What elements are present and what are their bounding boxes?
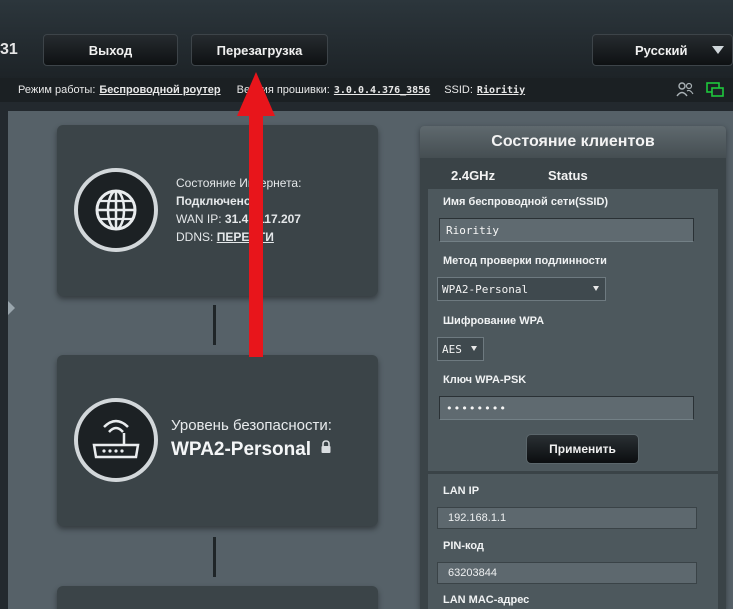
lan-ip-value: 192.168.1.1 <box>437 507 697 529</box>
reboot-button[interactable]: Перезагрузка <box>191 34 328 66</box>
mode-label: Режим работы: <box>18 84 96 96</box>
globe-icon-circle[interactable] <box>74 168 158 252</box>
chevron-down-icon <box>471 346 477 351</box>
logo-fragment: 31 <box>0 41 18 58</box>
auth-method-value: WPA2-Personal <box>442 282 529 296</box>
security-level-value: WPA2-Personal <box>171 439 312 460</box>
router-admin-page: 31 Выход Перезагрузка Русский Режим рабо… <box>0 0 733 609</box>
left-edge-arrow-icon <box>8 301 15 315</box>
psk-input[interactable]: •••••••• <box>439 396 694 420</box>
internet-status-text: Состояние Интернета: Подключено WAN IP: … <box>176 174 301 246</box>
tab-2-4ghz[interactable]: 2.4GHz <box>451 168 495 183</box>
info-items: Режим работы: Беспроводной роутер Версия… <box>18 84 539 96</box>
auth-method-select[interactable]: WPA2-Personal <box>437 277 606 301</box>
lan-ip-label: LAN IP <box>443 485 480 497</box>
users-icon[interactable] <box>675 81 695 99</box>
wireless-router-icon <box>92 419 140 459</box>
ddns-link[interactable]: ПЕРЕЙТИ <box>217 230 274 244</box>
panel-title: Состояние клиентов <box>420 126 726 158</box>
infobar-icons <box>675 81 725 99</box>
ssid-input[interactable]: Rioritiy <box>439 218 694 242</box>
encryption-value: AES <box>442 342 462 356</box>
map-connector <box>213 537 216 577</box>
ssid-field-label: Имя беспроводной сети(SSID) <box>443 196 609 208</box>
tab-status[interactable]: Status <box>548 168 588 183</box>
auth-method-label: Метод проверки подлинности <box>443 255 607 267</box>
pin-value: 63203844 <box>437 562 697 584</box>
security-level-label: Уровень безопасности: <box>171 417 332 434</box>
network-status-icon[interactable] <box>705 81 725 99</box>
ddns-label: DDNS: <box>176 230 214 244</box>
wan-ip-label: WAN IP: <box>176 212 222 226</box>
status-infobar: Режим работы: Беспроводной роутер Версия… <box>0 78 733 102</box>
encryption-select[interactable]: AES <box>437 337 484 361</box>
logout-button[interactable]: Выход <box>43 34 178 66</box>
encryption-label: Шифрование WPA <box>443 315 545 327</box>
pin-label: PIN-код <box>443 540 484 552</box>
chevron-down-icon <box>593 286 599 291</box>
internet-status-label: Состояние Интернета: <box>176 176 302 190</box>
router-icon-circle[interactable] <box>74 398 158 482</box>
lan-mac-label: LAN MAC-адрес <box>443 594 530 606</box>
language-label: Русский <box>635 42 688 58</box>
psk-label: Ключ WPA-PSK <box>443 374 527 386</box>
internet-status-value: Подключено <box>176 194 252 208</box>
ssid-label: SSID: <box>444 84 473 96</box>
apply-button[interactable]: Применить <box>526 434 639 464</box>
firmware-label: Версия прошивки: <box>236 84 330 96</box>
globe-icon <box>95 189 137 231</box>
language-dropdown[interactable]: Русский <box>592 34 733 66</box>
client-map-card[interactable] <box>57 586 378 609</box>
firmware-link[interactable]: 3.0.0.4.376_3856 <box>334 85 430 96</box>
wan-ip-value: 31.4. .117.207 <box>224 212 301 226</box>
mode-link[interactable]: Беспроводной роутер <box>99 84 220 96</box>
band-tabs: 2.4GHz Status <box>420 160 726 190</box>
lock-icon <box>321 440 331 453</box>
ssid-link[interactable]: Rioritiy <box>477 85 525 96</box>
map-connector <box>213 305 216 345</box>
chevron-down-icon <box>712 46 724 54</box>
